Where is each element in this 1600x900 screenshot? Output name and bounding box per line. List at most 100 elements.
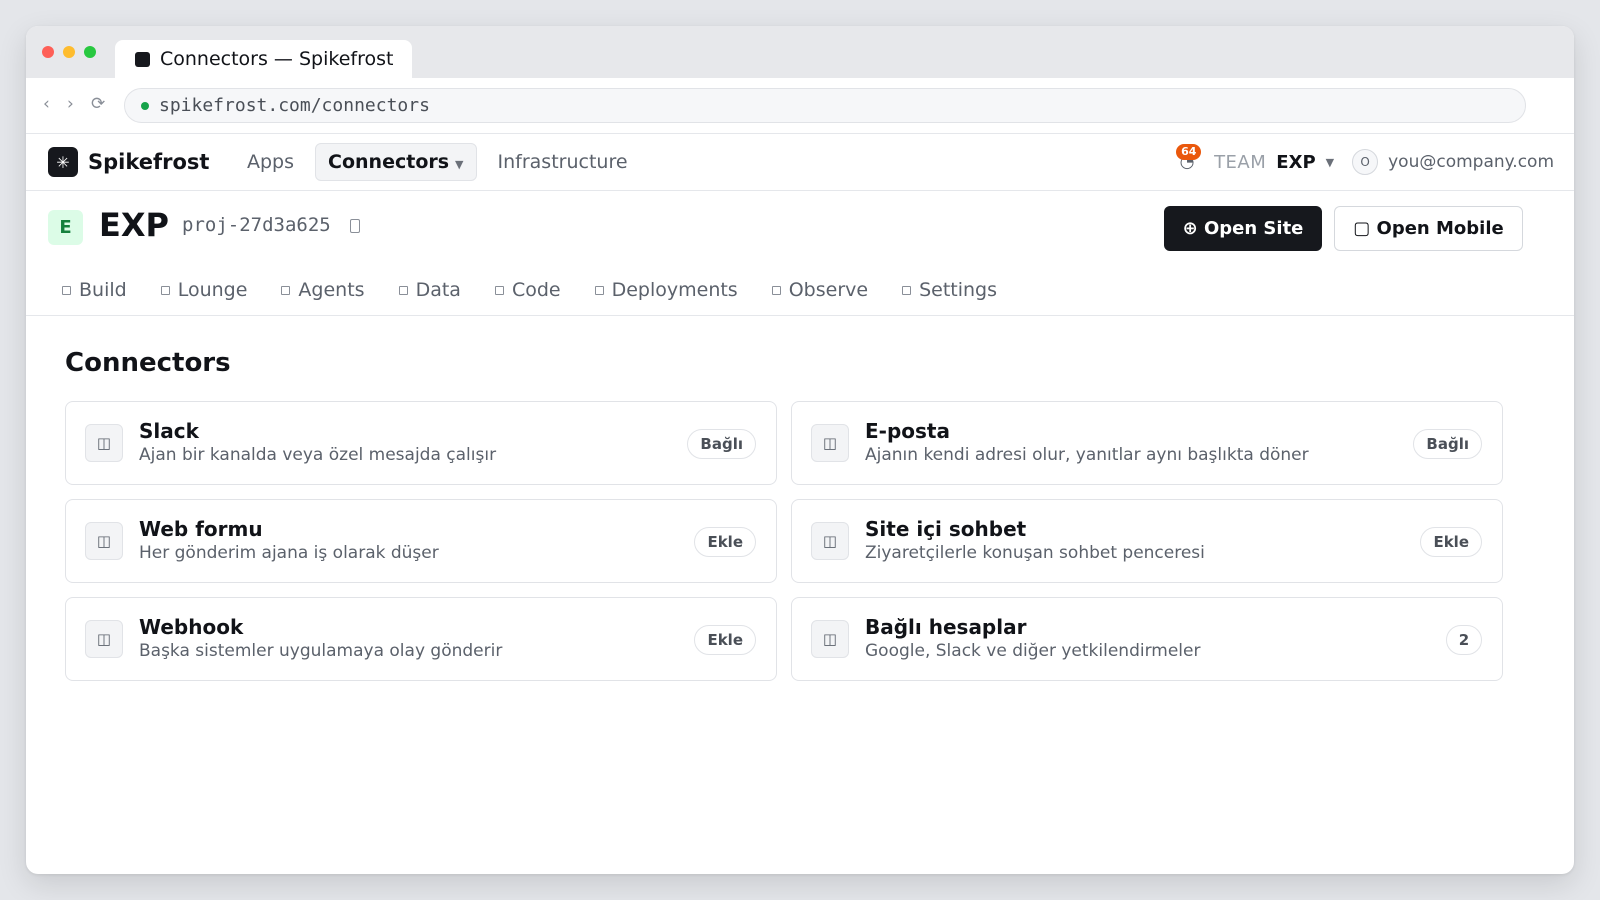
copy-icon[interactable]: [350, 219, 360, 233]
snowflake-logo-icon: ✳: [48, 147, 78, 177]
connector-card-connected-accounts[interactable]: ◫ Bağlı hesaplar Google, Slack ve diğer …: [791, 597, 1503, 681]
browser-tab[interactable]: Connectors — Spikefrost: [115, 40, 412, 78]
favicon-icon: [135, 51, 150, 67]
tab-title: Connectors — Spikefrost: [160, 48, 394, 70]
project-name: EXP: [99, 206, 169, 244]
nav-infrastructure[interactable]: Infrastructure: [485, 143, 641, 181]
forward-icon[interactable]: ›: [67, 94, 74, 114]
activity-button[interactable]: ◔ 64: [1176, 144, 1202, 177]
chevron-down-icon[interactable]: ▼: [1326, 156, 1334, 169]
project-badge: E: [48, 210, 83, 245]
connector-icon: ◫: [811, 522, 849, 560]
connector-card-web-form[interactable]: ◫ Web formu Her gönderim ajana iş olarak…: [65, 499, 777, 583]
tab-code[interactable]: Code: [494, 276, 561, 304]
connector-icon: ◫: [85, 424, 123, 462]
page-title: Connectors: [65, 348, 231, 378]
project-id: proj-27d3a625: [182, 214, 331, 236]
add-button[interactable]: Ekle: [694, 625, 756, 655]
connector-description: Ajan bir kanalda veya özel mesajda çalış…: [139, 445, 497, 465]
nav-connectors[interactable]: Connectors ▼: [315, 143, 477, 181]
nav-apps-label: Apps: [247, 151, 295, 173]
code-icon: [494, 285, 504, 295]
tab-label: Lounge: [177, 279, 248, 301]
connector-icon: ◫: [85, 620, 123, 658]
nav-infrastructure-label: Infrastructure: [497, 151, 628, 173]
tab-deployments[interactable]: Deployments: [594, 276, 738, 304]
tab-observe[interactable]: Observe: [771, 276, 869, 304]
team-label: TEAM: [1214, 151, 1267, 173]
connector-title: E-posta: [865, 419, 950, 443]
lounge-icon: [160, 285, 170, 295]
open-site-button[interactable]: ⊕ Open Site: [1164, 206, 1322, 251]
url-text: spikefrost.com/connectors: [159, 95, 430, 116]
tab-lounge[interactable]: Lounge: [160, 276, 248, 304]
connector-description: Her gönderim ajana iş olarak düşer: [139, 543, 439, 563]
open-site-label: ⊕ Open Site: [1182, 218, 1304, 239]
tab-label: Data: [415, 279, 461, 301]
user-email[interactable]: you@company.com: [1388, 152, 1554, 172]
tab-data[interactable]: Data: [398, 276, 461, 304]
brand[interactable]: ✳ Spikefrost: [48, 147, 209, 177]
connector-title: Bağlı hesaplar: [865, 615, 1027, 639]
connector-card-email[interactable]: ◫ E-posta Ajanın kendi adresi olur, yanı…: [791, 401, 1503, 485]
connector-icon: ◫: [85, 522, 123, 560]
connector-icon: ◫: [811, 424, 849, 462]
status-badge[interactable]: Bağlı: [1413, 429, 1482, 459]
close-window-button[interactable]: [42, 46, 54, 58]
browser-window: Connectors — Spikefrost ‹ › ⟳ spikefrost…: [26, 26, 1574, 874]
address-bar-row: ‹ › ⟳ spikefrost.com/connectors: [26, 78, 1574, 134]
connector-description: Başka sistemler uygulamaya olay gönderir: [139, 641, 503, 661]
data-icon: [398, 285, 408, 295]
tab-label: Observe: [788, 279, 869, 301]
project-header: E EXP proj-27d3a625 ⊕ Open Site ▢ Open M…: [26, 192, 1574, 262]
open-mobile-label: ▢ Open Mobile: [1353, 218, 1504, 239]
deployments-icon: [594, 285, 604, 295]
avatar[interactable]: O: [1352, 149, 1379, 175]
tab-label: Settings: [919, 279, 998, 301]
project-subnav: Build Lounge Agents Data Code Deployment…: [26, 272, 1574, 316]
connector-card-slack[interactable]: ◫ Slack Ajan bir kanalda veya özel mesaj…: [65, 401, 777, 485]
secure-connection-icon: [141, 101, 149, 110]
count-badge: 2: [1446, 625, 1482, 655]
tab-label: Code: [511, 279, 561, 301]
nav-right: ◔ 64 TEAM EXP ▼ O you@company.com: [1176, 144, 1554, 177]
app-top-nav: ✳ Spikefrost Apps Connectors ▼ Infrastru…: [26, 134, 1574, 191]
connector-description: Google, Slack ve diğer yetkilendirmeler: [865, 641, 1201, 661]
connector-description: Ziyaretçilerle konuşan sohbet penceresi: [865, 543, 1205, 563]
connector-card-webhook[interactable]: ◫ Webhook Başka sistemler uygulamaya ola…: [65, 597, 777, 681]
maximize-window-button[interactable]: [84, 46, 96, 58]
status-badge[interactable]: Bağlı: [687, 429, 756, 459]
observe-icon: [771, 285, 781, 295]
connector-title: Web formu: [139, 517, 263, 541]
connector-description: Ajanın kendi adresi olur, yanıtlar aynı …: [865, 445, 1309, 465]
tab-label: Build: [79, 279, 127, 301]
add-button[interactable]: Ekle: [1420, 527, 1482, 557]
tab-label: Deployments: [611, 279, 738, 301]
build-icon: [62, 285, 71, 295]
tab-build[interactable]: Build: [62, 276, 127, 304]
url-field[interactable]: spikefrost.com/connectors: [124, 88, 1526, 123]
tab-label: Agents: [298, 279, 365, 301]
connector-title: Webhook: [139, 615, 244, 639]
open-mobile-button[interactable]: ▢ Open Mobile: [1334, 206, 1523, 251]
settings-icon: [902, 285, 912, 295]
brand-name: Spikefrost: [88, 150, 210, 174]
chevron-down-icon: ▼: [455, 157, 464, 171]
minimize-window-button[interactable]: [63, 46, 75, 58]
connector-grid: ◫ Slack Ajan bir kanalda veya özel mesaj…: [65, 401, 1503, 681]
nav-apps[interactable]: Apps: [234, 143, 307, 181]
nav-connectors-label: Connectors: [328, 151, 450, 173]
browser-titlebar: Connectors — Spikefrost: [26, 26, 1574, 78]
main-content: Connectors ◫ Slack Ajan bir kanalda veya…: [65, 348, 1503, 681]
tab-settings[interactable]: Settings: [902, 276, 997, 304]
tab-agents[interactable]: Agents: [281, 276, 365, 304]
connector-card-site-chat[interactable]: ◫ Site içi sohbet Ziyaretçilerle konuşan…: [791, 499, 1503, 583]
notification-badge: 64: [1176, 144, 1202, 160]
connector-icon: ◫: [811, 620, 849, 658]
reload-icon[interactable]: ⟳: [91, 94, 105, 114]
primary-nav: Apps Connectors ▼ Infrastructure: [234, 143, 641, 181]
add-button[interactable]: Ekle: [694, 527, 756, 557]
team-switcher[interactable]: EXP: [1276, 152, 1315, 173]
back-icon[interactable]: ‹: [43, 94, 50, 114]
connector-title: Slack: [139, 419, 199, 443]
